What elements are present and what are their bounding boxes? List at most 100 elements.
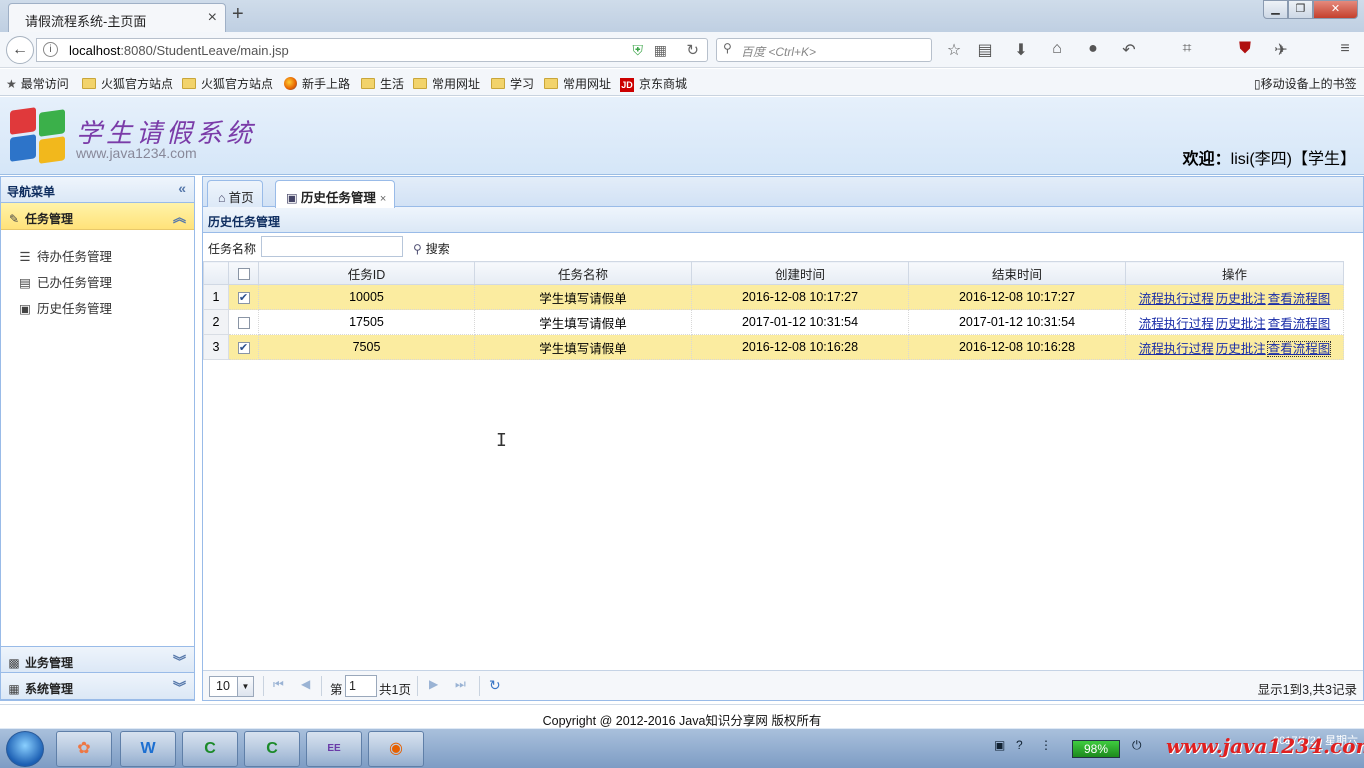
tray-icon[interactable]: ▣ (994, 738, 1005, 752)
reading-list-icon[interactable]: ▤ (974, 40, 996, 60)
bookmark-item[interactable]: 常用网址 (413, 75, 480, 92)
tab-history-tasks[interactable]: ▣ 历史任务管理 × (275, 180, 396, 208)
last-page-icon[interactable]: ⏭ (455, 677, 466, 692)
taskbar-wps-icon[interactable]: W (120, 731, 176, 767)
sidebar-item-history-tasks[interactable]: ▣ 历史任务管理 (1, 290, 194, 316)
menu-icon[interactable]: ≡ (1334, 40, 1356, 58)
extension-icon[interactable]: ✈ (1270, 40, 1292, 60)
select-all-header[interactable] (228, 261, 259, 285)
history-comments-link[interactable]: 历史批注 (1216, 317, 1266, 331)
section-system-management[interactable]: ▦ 系统管理 ︾ (1, 673, 194, 700)
close-tab-icon[interactable]: × (208, 9, 217, 27)
ublock-icon[interactable]: ⛊ (1234, 40, 1256, 58)
tray-expand-icon[interactable]: ⋮ (1040, 738, 1052, 752)
chevron-down-icon[interactable]: ︾ (173, 677, 186, 696)
crop-icon[interactable]: ⌗ (1176, 40, 1198, 58)
bookmark-item[interactable]: JD 京东商城 (620, 75, 687, 92)
qr-code-icon[interactable]: ▦ (654, 42, 667, 59)
column-header[interactable]: 任务名称 (474, 261, 692, 285)
chevron-down-icon[interactable]: ︾ (173, 651, 186, 670)
browser-tab[interactable]: 请假流程系统-主页面 × (8, 3, 226, 32)
taskbar-camtasia-icon[interactable]: C (244, 731, 300, 767)
sidebar-item-done-tasks[interactable]: ▤ 已办任务管理 (1, 264, 194, 290)
select-all-checkbox[interactable] (237, 267, 250, 280)
close-window-button[interactable]: ✕ (1313, 0, 1358, 19)
row-checkbox[interactable]: ✔ (237, 291, 250, 304)
section-business-management[interactable]: ▩ 业务管理 ︾ (1, 646, 194, 673)
chevron-up-icon[interactable]: ︽ (173, 207, 186, 226)
column-header[interactable]: 创建时间 (691, 261, 909, 285)
refresh-icon[interactable]: ↻ (489, 677, 501, 694)
process-execution-link[interactable]: 流程执行过程 (1139, 342, 1214, 356)
back-button[interactable]: ← (6, 36, 34, 64)
info-icon[interactable]: i (43, 42, 58, 57)
row-checkbox[interactable] (237, 316, 250, 329)
table-row[interactable]: 3 ✔ 7505 学生填写请假单 2016-12-08 10:16:28 201… (203, 334, 1344, 360)
view-flowchart-link[interactable]: 查看流程图 (1268, 292, 1331, 306)
bookmark-item[interactable]: 火狐官方站点 (82, 75, 173, 92)
search-bar[interactable]: ⚲ 百度 <Ctrl+K> (716, 38, 932, 62)
column-header[interactable]: 任务ID (258, 261, 475, 285)
first-page-icon[interactable]: ⏮ (273, 677, 284, 692)
row-select-cell[interactable]: ✔ (228, 334, 259, 360)
start-button[interactable] (6, 731, 44, 767)
bookmark-item[interactable]: 常用网址 (544, 75, 611, 92)
reload-icon[interactable]: ↻ (686, 41, 699, 59)
page-size-select[interactable]: 10 ▼ (209, 676, 254, 697)
taskbar-app-icon[interactable]: ✿ (56, 731, 112, 767)
next-page-icon[interactable]: ▶ (429, 677, 438, 691)
history-comments-link[interactable]: 历史批注 (1216, 292, 1266, 306)
section-task-management[interactable]: ✎ 任务管理 ︽ (1, 203, 194, 230)
bookmark-label: 常用网址 (563, 77, 612, 91)
bookmark-item[interactable]: 新手上路 (284, 75, 350, 92)
bookmark-item[interactable]: 学习 (491, 75, 534, 92)
view-flowchart-link[interactable]: 查看流程图 (1266, 340, 1332, 357)
battery-indicator[interactable]: 98% (1072, 740, 1120, 758)
history-icon: ▣ (286, 191, 298, 205)
tab-home[interactable]: ⌂ 首页 (207, 180, 263, 207)
view-flowchart-link[interactable]: 查看流程图 (1268, 317, 1331, 331)
bookmark-item[interactable]: 生活 (361, 75, 404, 92)
column-header[interactable]: 操作 (1125, 261, 1344, 285)
chat-icon[interactable]: ● (1082, 40, 1104, 58)
maximize-button[interactable]: ❐ (1288, 0, 1313, 19)
process-execution-link[interactable]: 流程执行过程 (1139, 317, 1214, 331)
chevron-down-icon[interactable]: ▼ (237, 677, 253, 696)
actions-cell: 流程执行过程 历史批注 查看流程图 (1125, 334, 1344, 360)
url-bar[interactable]: i localhost:8080/StudentLeave/main.jsp ⛨… (36, 38, 708, 62)
undo-icon[interactable]: ↶ (1118, 40, 1140, 60)
close-icon[interactable]: × (380, 193, 386, 205)
process-execution-link[interactable]: 流程执行过程 (1139, 292, 1214, 306)
row-select-cell[interactable] (228, 309, 259, 335)
shield-icon[interactable]: ⛨ (633, 42, 644, 59)
taskbar-eclipse-icon[interactable]: EE (306, 731, 362, 767)
bookmark-star-icon[interactable]: ☆ (943, 40, 965, 60)
home-icon[interactable]: ⌂ (1046, 40, 1068, 58)
new-tab-icon[interactable]: + (232, 3, 244, 26)
search-button[interactable]: ⚲ 搜索 (413, 240, 450, 257)
task-name-input[interactable] (261, 236, 403, 257)
bookmark-item[interactable]: 火狐官方站点 (182, 75, 273, 92)
taskbar-firefox-icon[interactable]: ◉ (368, 731, 424, 767)
prev-page-icon[interactable]: ◀ (301, 677, 310, 691)
row-select-cell[interactable]: ✔ (228, 284, 259, 310)
table-row[interactable]: 1 ✔ 10005 学生填写请假单 2016-12-08 10:17:27 20… (203, 284, 1344, 310)
sidebar-title-label: 导航菜单 (7, 185, 56, 199)
download-icon[interactable]: ⬇ (1010, 40, 1032, 60)
browser-navbar: ← i localhost:8080/StudentLeave/main.jsp… (0, 32, 1364, 68)
collapse-left-icon[interactable]: « (178, 180, 186, 196)
mobile-bookmarks[interactable]: ▯移动设备上的书签 (1254, 75, 1357, 92)
page-number-input[interactable]: 1 (345, 675, 377, 697)
minimize-button[interactable]: ▁ (1263, 0, 1288, 19)
power-icon[interactable]: ⏻ (1132, 738, 1142, 753)
row-checkbox[interactable]: ✔ (237, 341, 250, 354)
column-header[interactable]: 结束时间 (908, 261, 1126, 285)
sidebar-item-label: 历史任务管理 (37, 302, 113, 316)
bookmark-item[interactable]: ★ 最常访问 (6, 75, 69, 92)
folder-icon (491, 78, 505, 89)
sidebar-item-todo-tasks[interactable]: ☰ 待办任务管理 (1, 238, 194, 264)
history-comments-link[interactable]: 历史批注 (1216, 342, 1266, 356)
taskbar-camtasia-icon[interactable]: C (182, 731, 238, 767)
table-row[interactable]: 2 17505 学生填写请假单 2017-01-12 10:31:54 2017… (203, 309, 1344, 335)
help-icon[interactable]: ? (1016, 738, 1023, 752)
